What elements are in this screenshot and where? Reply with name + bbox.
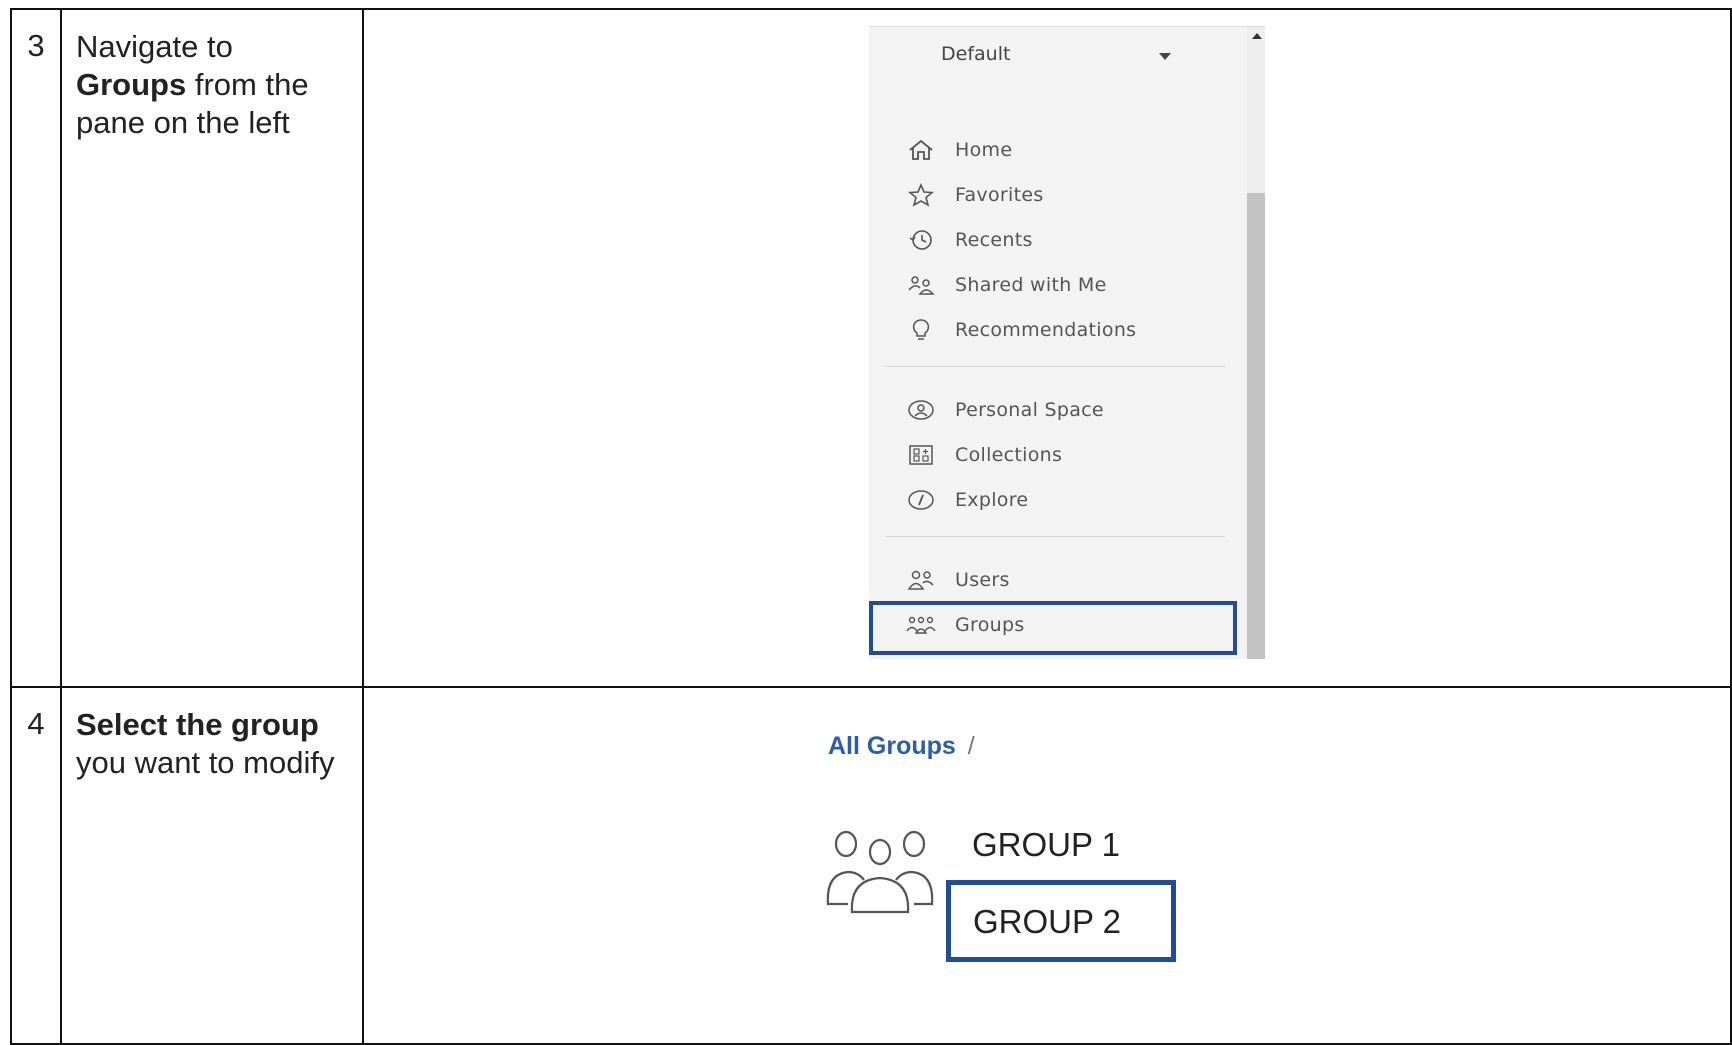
step-screenshot: Default Home Favorites Recents Shared wi… [362,8,1732,688]
nav-item-label: Collections [955,443,1063,466]
nav-divider [885,536,1225,537]
steps-table: 3 Navigate to Groups from the pane on th… [10,8,1732,1045]
nav-item-shared-with-me[interactable]: Shared with Me [905,262,1245,307]
nav-item-recents[interactable]: Recents [905,217,1245,262]
instruction-bold: Groups [76,67,187,102]
instruction-text: you want to modify [76,745,335,780]
scroll-up-arrow[interactable] [1252,33,1262,39]
nav-item-label: Explore [955,488,1029,511]
nav-item-label: Personal Space [955,398,1104,421]
clock-history-icon [905,227,937,253]
user-circle-icon [905,397,937,423]
nav-item-personal-space[interactable]: Personal Space [905,387,1245,432]
star-icon [905,182,937,208]
step-screenshot: All Groups / GROUP 1 GROUP 2 [362,686,1732,1045]
breadcrumb-separator: / [967,732,975,760]
nav-item-label: Shared with Me [955,273,1107,296]
step-instruction: Select the group you want to modify [60,686,364,1045]
nav-item-users[interactable]: Users [905,557,1245,602]
breadcrumb: All Groups / [828,732,975,761]
lightbulb-icon [905,317,937,343]
document-page: 3 Navigate to Groups from the pane on th… [0,0,1732,1045]
nav-item-label: Recommendations [955,318,1137,341]
step-number: 3 [10,8,62,688]
step-row-4: 4 Select the group you want to modify Al… [10,686,1732,1045]
truncated-item: · · [909,657,922,659]
instruction-text: Navigate to [76,29,233,64]
group-people-icon [824,828,936,923]
nav-item-label: Favorites [955,183,1044,206]
nav-item-recommendations[interactable]: Recommendations [905,307,1245,352]
group-item-2[interactable]: GROUP 2 [973,903,1121,941]
compass-icon [905,487,937,513]
nav-item-label: Users [955,568,1010,591]
nav-item-favorites[interactable]: Favorites [905,172,1245,217]
nav-item-explore[interactable]: Explore [905,477,1245,522]
users-icon [905,567,937,593]
collections-grid-icon [905,442,937,468]
breadcrumb-all-groups[interactable]: All Groups [828,732,956,760]
nav-item-home[interactable]: Home [905,127,1245,172]
scrollbar[interactable] [1247,27,1265,659]
step-number: 4 [10,686,62,1045]
chevron-down-icon[interactable] [1159,53,1171,60]
group-2-highlight-box: GROUP 2 [946,880,1176,962]
step-row-3: 3 Navigate to Groups from the pane on th… [10,8,1732,688]
group-item-1[interactable]: GROUP 1 [972,826,1120,864]
home-icon [905,137,937,163]
instruction-bold: Select the group [76,707,319,742]
nav-item-label: Recents [955,228,1033,251]
shared-users-icon [905,272,937,298]
nav-item-collections[interactable]: Collections [905,432,1245,477]
nav-item-label: Home [955,138,1013,161]
step-instruction: Navigate to Groups from the pane on the … [60,8,364,688]
groups-highlight-box [869,601,1237,655]
scrollbar-thumb[interactable] [1247,193,1265,659]
nav-divider [885,366,1225,367]
nav-pane: Default Home Favorites Recents Shared wi… [869,26,1265,659]
nav-list: Home Favorites Recents Shared with Me Re… [885,127,1245,647]
site-dropdown[interactable]: Default [941,43,1010,65]
